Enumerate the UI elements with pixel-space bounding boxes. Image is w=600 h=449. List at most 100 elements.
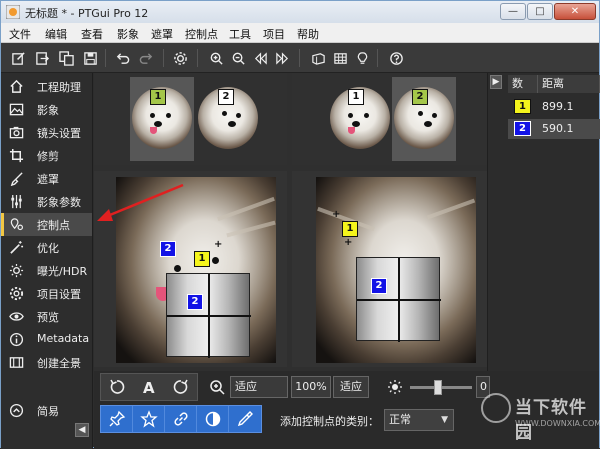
sidebar-item-create-panorama[interactable]: 创建全景 [1,351,92,374]
copy-icon[interactable] [57,49,75,67]
redo-icon[interactable] [137,49,155,67]
sidebar-item-project-assistant[interactable]: 工程助理 [1,75,92,98]
control-point-1[interactable]: 1 [342,221,358,237]
sidebar-item-label: 工程助理 [37,81,81,94]
gear-icon [9,286,24,301]
link-tool-icon[interactable] [165,406,197,432]
edit-icon[interactable] [9,49,27,67]
auto-align-icon[interactable]: A [135,374,163,400]
app-logo-icon [6,5,20,19]
pin-tool-icon[interactable] [101,406,133,432]
sidebar-item-preview[interactable]: 预览 [1,305,92,328]
point-badge: 1 [150,89,166,105]
zoom-input[interactable]: 适应 [230,376,288,398]
menu-image[interactable]: 影象 [117,26,139,42]
sidebar-item-images[interactable]: 影象 [1,98,92,121]
point-badge: 1 [348,89,364,105]
control-point-table: ▶ 数 距离 1 899.1 2 590.1 [487,73,600,371]
simple-mode-label: 简易 [37,405,59,418]
toolbar-divider [163,49,164,67]
undo-icon[interactable] [113,49,131,67]
sidebar-item-label: 预览 [37,311,59,324]
sidebar-item-crop[interactable]: 修剪 [1,144,92,167]
sidebar-item-metadata[interactable]: Metadata [1,328,92,351]
right-thumbnail-strip: 1 2 [292,73,487,165]
zoom-out-icon[interactable] [229,49,247,67]
zoom-in-icon[interactable] [207,49,225,67]
menu-file[interactable]: 文件 [9,26,31,42]
menu-control-points[interactable]: 控制点 [185,26,218,42]
maximize-button[interactable]: □ [527,3,553,20]
sidebar-item-label: Metadata [37,332,90,345]
sidebar-item-image-params[interactable]: 影象参数 [1,190,92,213]
close-button[interactable]: ✕ [554,3,596,20]
column-header-number[interactable]: 数 [508,75,538,93]
watermark-text: 当下软件园 [515,398,587,443]
sidebar-item-optimize[interactable]: 优化 [1,236,92,259]
contrast-tool-icon[interactable] [197,406,229,432]
point-number-badge: 1 [514,99,531,114]
magnifier-loupe: 2 [166,273,251,358]
control-point-2[interactable]: 2 [160,241,176,257]
star-tool-icon[interactable] [133,406,165,432]
sliders-icon [9,194,24,209]
menu-mask[interactable]: 遮罩 [151,26,173,42]
sidebar-item-control-points[interactable]: 控制点 [1,213,92,236]
menu-view[interactable]: 查看 [81,26,103,42]
menu-bar: 文件 编辑 查看 影象 遮罩 控制点 工具 项目 帮助 [1,23,599,43]
right-image[interactable]: + + 1 2 [316,177,476,363]
brightness-slider-thumb[interactable] [434,380,442,395]
sidebar-item-mask[interactable]: 遮罩 [1,167,92,190]
right-thumb-2[interactable]: 2 [392,77,456,161]
save-icon[interactable] [81,49,99,67]
watermark-url: WWW.DOWNXIA.COM [515,419,600,428]
table-row[interactable]: 1 899.1 [508,97,600,117]
collapse-sidebar-button[interactable]: ◀ [75,423,89,437]
sidebar-item-label: 影象 [37,104,59,117]
point-distance: 899.1 [542,100,574,113]
left-thumb-2[interactable]: 2 [198,77,262,161]
export-icon[interactable] [33,49,51,67]
menu-project[interactable]: 项目 [263,26,285,42]
rotate-left-icon[interactable] [103,374,131,400]
expand-panel-button[interactable]: ▶ [490,75,502,89]
pin-icon [9,217,24,232]
right-image-panel[interactable]: + + 1 2 [292,171,487,367]
menu-help[interactable]: 帮助 [297,26,319,42]
bulb-icon[interactable] [353,49,371,67]
help-icon[interactable] [387,49,405,67]
menu-tools[interactable]: 工具 [229,26,251,42]
sun-icon [9,263,24,278]
sidebar-item-exposure-hdr[interactable]: 曝光/HDR [1,259,92,282]
sidebar-item-project-settings[interactable]: 项目设置 [1,282,92,305]
brightness-icon [384,374,406,400]
brush-icon [9,171,24,187]
left-thumb-1[interactable]: 1 [130,77,194,161]
table-row[interactable]: 2 590.1 [508,119,600,139]
title-bar: 无标题 * - PTGui Pro 12 — □ ✕ [1,1,599,23]
next-icon[interactable] [273,49,291,67]
zoom-100-button[interactable]: 100% [291,376,331,398]
info-icon [9,332,24,347]
eye-icon [9,309,24,324]
minimize-button[interactable]: — [500,3,526,20]
menu-edit[interactable]: 编辑 [45,26,67,42]
cp-type-select[interactable]: 正常 ▼ [384,409,454,431]
rotate-right-icon[interactable] [167,374,195,400]
prev-icon[interactable] [251,49,269,67]
grid-icon[interactable] [331,49,349,67]
right-thumb-1[interactable]: 1 [328,77,392,161]
point-number-badge: 2 [514,121,531,136]
simple-mode-button[interactable]: 简易 [1,399,92,422]
fit-button[interactable]: 适应 [333,376,369,398]
zoom-icon[interactable] [206,374,228,400]
sidebar-item-lens-settings[interactable]: 镜头设置 [1,121,92,144]
control-point-1[interactable]: 1 [194,251,210,267]
cp-type-value: 正常 [389,413,411,426]
wand-icon [9,240,24,255]
loupe-point-badge: 2 [187,294,203,310]
settings-icon[interactable] [171,49,189,67]
column-header-distance[interactable]: 距离 [538,75,600,93]
panorama-icon[interactable] [309,49,327,67]
eyedropper-tool-icon[interactable] [229,406,261,432]
